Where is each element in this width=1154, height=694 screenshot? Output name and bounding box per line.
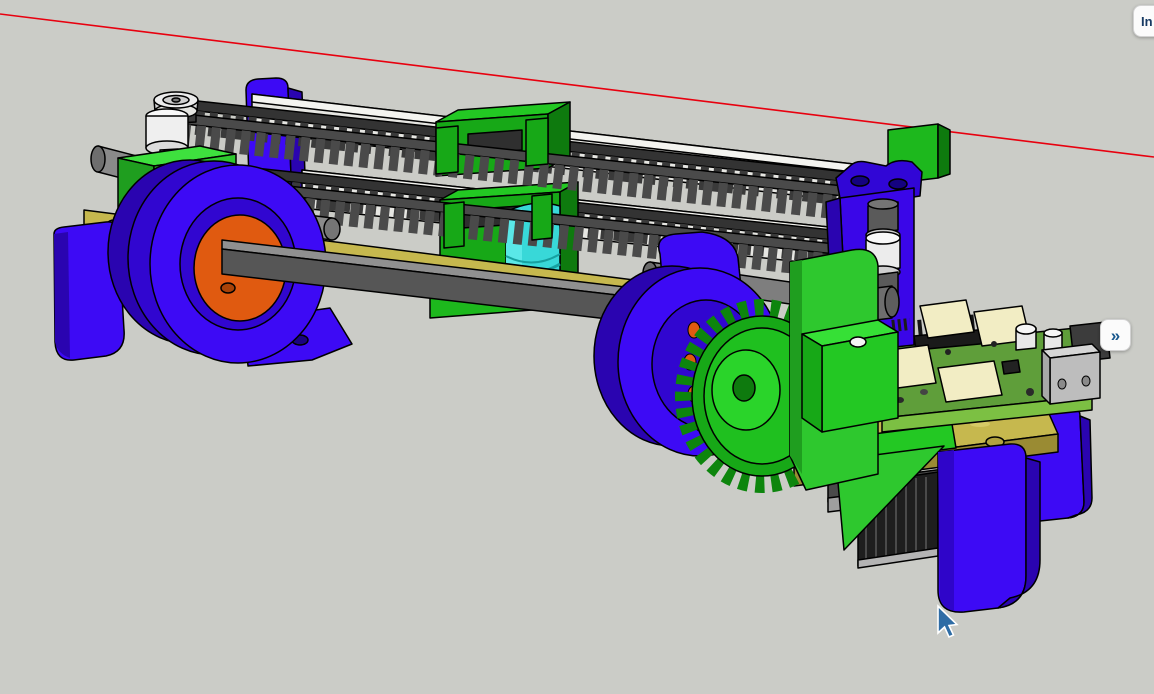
viewport[interactable]: » In (0, 0, 1154, 694)
model-canvas[interactable] (0, 0, 1154, 694)
instructor-panel-button[interactable]: In (1133, 5, 1154, 37)
smd-chip (1002, 360, 1020, 374)
front-right-leg[interactable] (938, 444, 1040, 612)
instructor-button-label: In (1141, 14, 1153, 29)
expand-panels-button[interactable]: » (1100, 319, 1131, 351)
double-chevron-right-icon: » (1111, 327, 1120, 344)
